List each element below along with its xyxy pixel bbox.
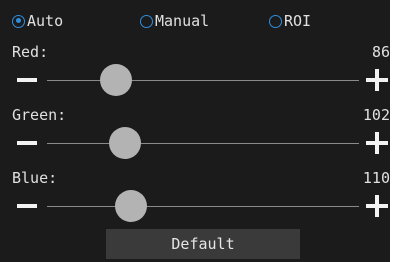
radio-manual[interactable]: Manual — [140, 12, 209, 30]
default-button[interactable]: Default — [106, 229, 300, 259]
radio-manual-label: Manual — [155, 12, 210, 30]
red-slider-track[interactable] — [47, 80, 359, 81]
green-value: 102 — [362, 106, 390, 124]
green-label: Green: — [12, 106, 67, 124]
red-decrease-minus-icon[interactable] — [17, 78, 37, 82]
green-increase-plus-icon[interactable] — [366, 132, 388, 154]
radio-auto[interactable]: Auto — [12, 12, 63, 30]
blue-slider-thumb[interactable] — [115, 190, 148, 222]
green-slider-thumb[interactable] — [109, 127, 141, 159]
blue-slider-track[interactable] — [47, 206, 359, 207]
radio-roi[interactable]: ROI — [269, 12, 311, 30]
blue-decrease-minus-icon[interactable] — [17, 204, 37, 208]
blue-label: Blue: — [12, 169, 58, 187]
mode-radio-group: Auto Manual ROI — [0, 10, 390, 34]
green-decrease-minus-icon[interactable] — [17, 141, 37, 145]
radio-auto-label: Auto — [27, 12, 64, 30]
radio-selected-icon — [12, 14, 25, 28]
red-increase-plus-icon[interactable] — [366, 69, 388, 91]
blue-value: 110 — [362, 169, 390, 187]
radio-roi-label: ROI — [284, 12, 312, 30]
white-balance-panel: Auto Manual ROI Red: 86 Green: 102 Blue:… — [0, 0, 390, 262]
red-label: Red: — [12, 43, 49, 61]
red-slider-thumb[interactable] — [99, 64, 132, 96]
blue-increase-plus-icon[interactable] — [366, 195, 388, 217]
radio-unselected-icon — [269, 14, 282, 28]
red-value: 86 — [371, 43, 390, 61]
radio-unselected-icon — [140, 14, 153, 28]
green-slider-track[interactable] — [47, 143, 359, 144]
